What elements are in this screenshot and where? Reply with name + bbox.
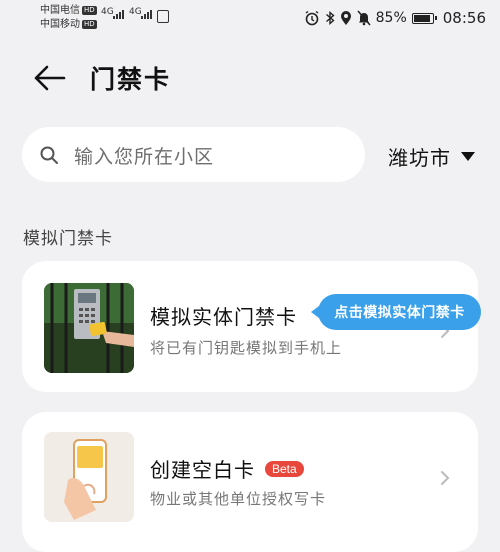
card-title: 模拟实体门禁卡 — [150, 305, 297, 329]
status-bar: 中国电信 HD 中国移动 HD 4G 4G 85% 08:56 — [0, 0, 500, 36]
location-icon — [340, 11, 351, 25]
mute-icon — [357, 10, 371, 26]
hd-badge: HD — [82, 19, 97, 29]
search-input[interactable]: 输入您所在小区 — [22, 127, 365, 182]
clock: 08:56 — [442, 9, 486, 27]
card-title: 创建空白卡 Beta — [150, 454, 304, 483]
hd-badge: HD — [82, 5, 97, 15]
search-placeholder: 输入您所在小区 — [74, 146, 215, 168]
carrier-2-label: 中国移动 — [40, 19, 80, 30]
network-type-1: 4G — [101, 7, 114, 17]
carrier-2: 中国移动 HD — [40, 19, 97, 31]
card-subtitle: 将已有门钥匙模拟到手机上 — [150, 339, 343, 357]
page-title: 门禁卡 — [90, 65, 172, 94]
city-selector[interactable]: 潍坊市 — [388, 143, 475, 170]
caret-down-icon — [461, 151, 475, 161]
carrier-1: 中国电信 HD — [40, 5, 97, 17]
signal-icon — [141, 10, 152, 19]
header: 门禁卡 — [0, 52, 500, 104]
battery-icon — [411, 12, 437, 24]
card-subtitle: 物业或其他单位授权写卡 — [150, 490, 327, 508]
carrier-1-label: 中国电信 — [40, 5, 80, 16]
network-type-2: 4G — [129, 7, 142, 17]
battery-percent: 85% — [375, 10, 407, 26]
tooltip-text: 点击模拟实体门禁卡 — [334, 305, 465, 321]
chevron-right-icon — [441, 471, 450, 485]
card-title-text: 创建空白卡 — [150, 458, 255, 482]
blank-card-thumbnail — [44, 432, 134, 522]
beta-badge: Beta — [265, 460, 304, 477]
alarm-icon — [305, 10, 319, 26]
section-title: 模拟门禁卡 — [23, 229, 113, 249]
city-label: 潍坊市 — [388, 145, 451, 170]
back-button[interactable] — [30, 62, 70, 94]
search-icon — [40, 146, 58, 164]
nfc-icon — [157, 10, 169, 23]
status-right: 85% 08:56 — [304, 8, 486, 28]
door-access-thumbnail — [44, 283, 134, 373]
signal-icon — [113, 10, 124, 19]
back-arrow-icon — [34, 65, 66, 91]
bluetooth-icon — [325, 10, 335, 26]
create-blank-card-item[interactable]: 创建空白卡 Beta 物业或其他单位授权写卡 — [22, 412, 478, 552]
hint-tooltip: 点击模拟实体门禁卡 — [311, 294, 481, 330]
